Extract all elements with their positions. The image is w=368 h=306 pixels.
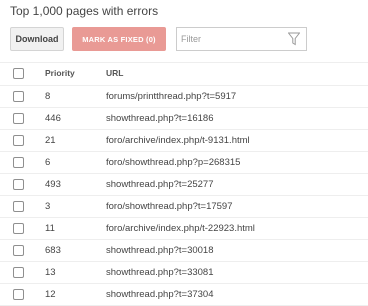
table-row[interactable]: 446 showthread.php?t=16186 xyxy=(0,108,368,130)
priority-cell: 683 xyxy=(45,245,61,256)
table-header-row: Priority URL xyxy=(0,62,368,86)
row-checkbox[interactable] xyxy=(13,267,24,278)
table-row[interactable]: 3 foro/showthread.php?t=17597 xyxy=(0,196,368,218)
row-checkbox[interactable] xyxy=(13,135,24,146)
url-cell[interactable]: showthread.php?t=37304 xyxy=(106,289,214,300)
priority-cell: 6 xyxy=(45,157,51,168)
mark-as-fixed-button[interactable]: MARK AS FIXED (0) xyxy=(72,27,166,51)
url-cell[interactable]: foro/archive/index.php/t-22923.html xyxy=(106,223,255,234)
priority-column-header[interactable]: Priority xyxy=(45,68,75,78)
priority-cell: 446 xyxy=(45,113,61,124)
table-row[interactable]: 683 showthread.php?t=30018 xyxy=(0,240,368,262)
table-row[interactable]: 13 showthread.php?t=33081 xyxy=(0,262,368,284)
url-cell[interactable]: showthread.php?t=25277 xyxy=(106,179,214,190)
table-row[interactable]: 12 showthread.php?t=37304 xyxy=(0,284,368,306)
url-cell[interactable]: showthread.php?t=33081 xyxy=(106,267,214,278)
table-row[interactable]: 6 foro/showthread.php?p=268315 xyxy=(0,152,368,174)
priority-cell: 8 xyxy=(45,91,51,102)
priority-cell: 21 xyxy=(45,135,56,146)
table-row[interactable]: 493 showthread.php?t=25277 xyxy=(0,174,368,196)
row-checkbox[interactable] xyxy=(13,157,24,168)
row-checkbox[interactable] xyxy=(13,245,24,256)
table-row[interactable]: 8 forums/printthread.php?t=5917 xyxy=(0,86,368,108)
funnel-icon[interactable] xyxy=(287,32,301,46)
row-checkbox[interactable] xyxy=(13,223,24,234)
table-body: 8 forums/printthread.php?t=5917 446 showthr… xyxy=(0,86,368,306)
page-title: Top 1,000 pages with errors xyxy=(10,4,159,18)
url-cell[interactable]: foro/archive/index.php/t-9131.html xyxy=(106,135,250,146)
toolbar: Download MARK AS FIXED (0) xyxy=(10,27,307,51)
url-cell[interactable]: foro/showthread.php?p=268315 xyxy=(106,157,240,168)
row-checkbox[interactable] xyxy=(13,179,24,190)
table-row[interactable]: 21 foro/archive/index.php/t-9131.html xyxy=(0,130,368,152)
priority-cell: 11 xyxy=(45,223,55,234)
url-cell[interactable]: showthread.php?t=30018 xyxy=(106,245,214,256)
url-cell[interactable]: foro/showthread.php?t=17597 xyxy=(106,201,233,212)
filter-input[interactable] xyxy=(177,29,285,49)
download-button[interactable]: Download xyxy=(10,27,64,51)
priority-cell: 493 xyxy=(45,179,61,190)
select-all-checkbox[interactable] xyxy=(13,68,24,79)
row-checkbox[interactable] xyxy=(13,113,24,124)
errors-table: Priority URL 8 forums/printthread.php?t=5… xyxy=(0,62,368,306)
filter-field[interactable] xyxy=(176,27,307,51)
priority-cell: 13 xyxy=(45,267,56,278)
url-cell[interactable]: showthread.php?t=16186 xyxy=(106,113,214,124)
row-checkbox[interactable] xyxy=(13,91,24,102)
priority-cell: 12 xyxy=(45,289,56,300)
row-checkbox[interactable] xyxy=(13,289,24,300)
table-row[interactable]: 11 foro/archive/index.php/t-22923.html xyxy=(0,218,368,240)
url-cell[interactable]: forums/printthread.php?t=5917 xyxy=(106,91,236,102)
url-column-header[interactable]: URL xyxy=(106,68,123,78)
priority-cell: 3 xyxy=(45,201,51,212)
row-checkbox[interactable] xyxy=(13,201,24,212)
